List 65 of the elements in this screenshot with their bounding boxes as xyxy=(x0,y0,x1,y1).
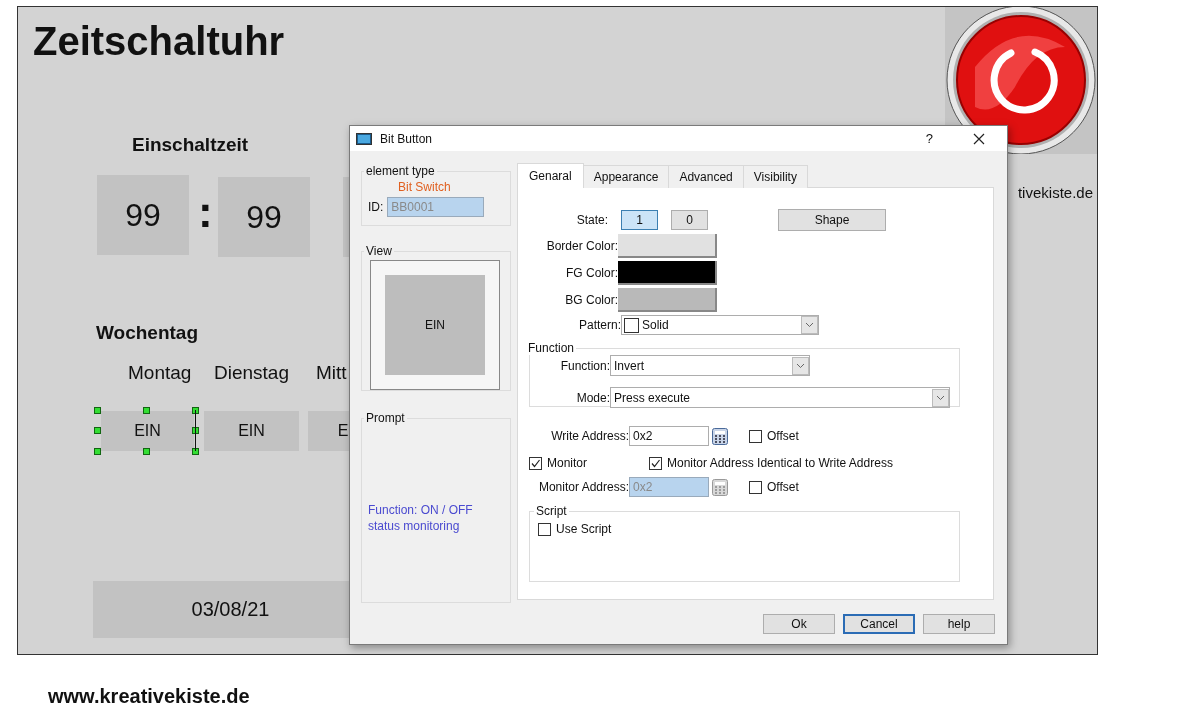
color-swatch[interactable] xyxy=(618,234,717,258)
checkbox-label: Monitor Address Identical to Write Address xyxy=(667,456,893,470)
checkbox[interactable] xyxy=(749,429,762,443)
field-label: Mode: xyxy=(575,390,610,405)
toggle-button[interactable]: EIN xyxy=(204,411,299,451)
dropdown[interactable]: Invert xyxy=(610,355,810,376)
website-text: tivekiste.de xyxy=(1017,184,1093,201)
tab[interactable]: Visibility xyxy=(742,165,808,188)
field-label: BG Color: xyxy=(564,293,618,307)
color-swatch[interactable] xyxy=(618,288,717,312)
section-heading: Wochentag xyxy=(96,322,199,344)
group-label: Function xyxy=(527,341,576,355)
tab[interactable]: Advanced xyxy=(668,165,744,188)
element-type-text: Bit Switch xyxy=(397,180,452,194)
field-label: Monitor Address: xyxy=(537,480,629,494)
field-label: Write Address: xyxy=(550,429,629,443)
group-label: element type xyxy=(365,164,436,178)
checkbox-label: Offset xyxy=(767,480,799,494)
time-field: 99 xyxy=(218,177,310,257)
toggle-button[interactable]: EIN xyxy=(101,411,194,451)
caret-icon xyxy=(801,316,818,334)
power-button-drawing[interactable] xyxy=(945,7,1097,154)
weekday-label: Mitt xyxy=(316,362,347,384)
group-label: View xyxy=(365,244,393,258)
state-button[interactable]: 0 xyxy=(671,210,708,230)
time-separator: : xyxy=(198,187,213,237)
weekday-label: Dienstag xyxy=(214,362,289,384)
shape-button[interactable]: Shape xyxy=(778,209,886,231)
caret-icon xyxy=(792,356,809,375)
checkbox-label: Use Script xyxy=(556,522,612,536)
checkbox-label: Monitor xyxy=(547,456,587,470)
field-label: State: xyxy=(575,213,608,227)
close-icon[interactable] xyxy=(973,132,985,145)
window-title: Bit Button xyxy=(380,131,434,146)
address-field[interactable]: 0x2 xyxy=(629,426,709,446)
dropdown[interactable]: Solid xyxy=(621,315,819,335)
website-text: www.kreativekiste.de xyxy=(48,685,251,708)
checkbox[interactable] xyxy=(529,456,542,470)
weekday-label: Montag xyxy=(128,362,192,384)
field-label: Pattern: xyxy=(577,318,621,332)
section-heading: Einschaltzeit xyxy=(132,134,249,156)
dialog-button[interactable]: Cancel xyxy=(843,614,915,634)
dialog-button[interactable]: Ok xyxy=(763,614,835,634)
tab[interactable]: Appearance xyxy=(582,165,670,188)
state-button[interactable]: 1 xyxy=(621,210,658,230)
calculator-icon xyxy=(712,427,728,445)
help-button[interactable]: ? xyxy=(925,131,933,146)
field-label: FG Color: xyxy=(565,266,618,280)
field-label: Function: xyxy=(559,358,610,373)
swatch-icon xyxy=(624,317,639,333)
calculator-icon xyxy=(712,478,728,496)
dropdown[interactable]: Press execute xyxy=(610,387,950,408)
dialog-button[interactable]: help xyxy=(923,614,995,634)
checkbox-label: Offset xyxy=(767,429,799,443)
color-swatch[interactable] xyxy=(618,261,717,285)
group-label: Script xyxy=(535,504,568,518)
time-field: 99 xyxy=(97,175,189,255)
screen-title: Zeitschaltuhr xyxy=(33,19,285,64)
app-icon xyxy=(356,132,372,145)
checkbox[interactable] xyxy=(538,522,551,536)
prompt-text: Function: ON / OFF status monitoring xyxy=(368,502,474,534)
field-label: Border Color: xyxy=(545,239,618,253)
tab[interactable]: Genaral xyxy=(517,163,584,188)
field-label: ID: xyxy=(368,200,384,214)
checkbox[interactable] xyxy=(649,456,662,470)
